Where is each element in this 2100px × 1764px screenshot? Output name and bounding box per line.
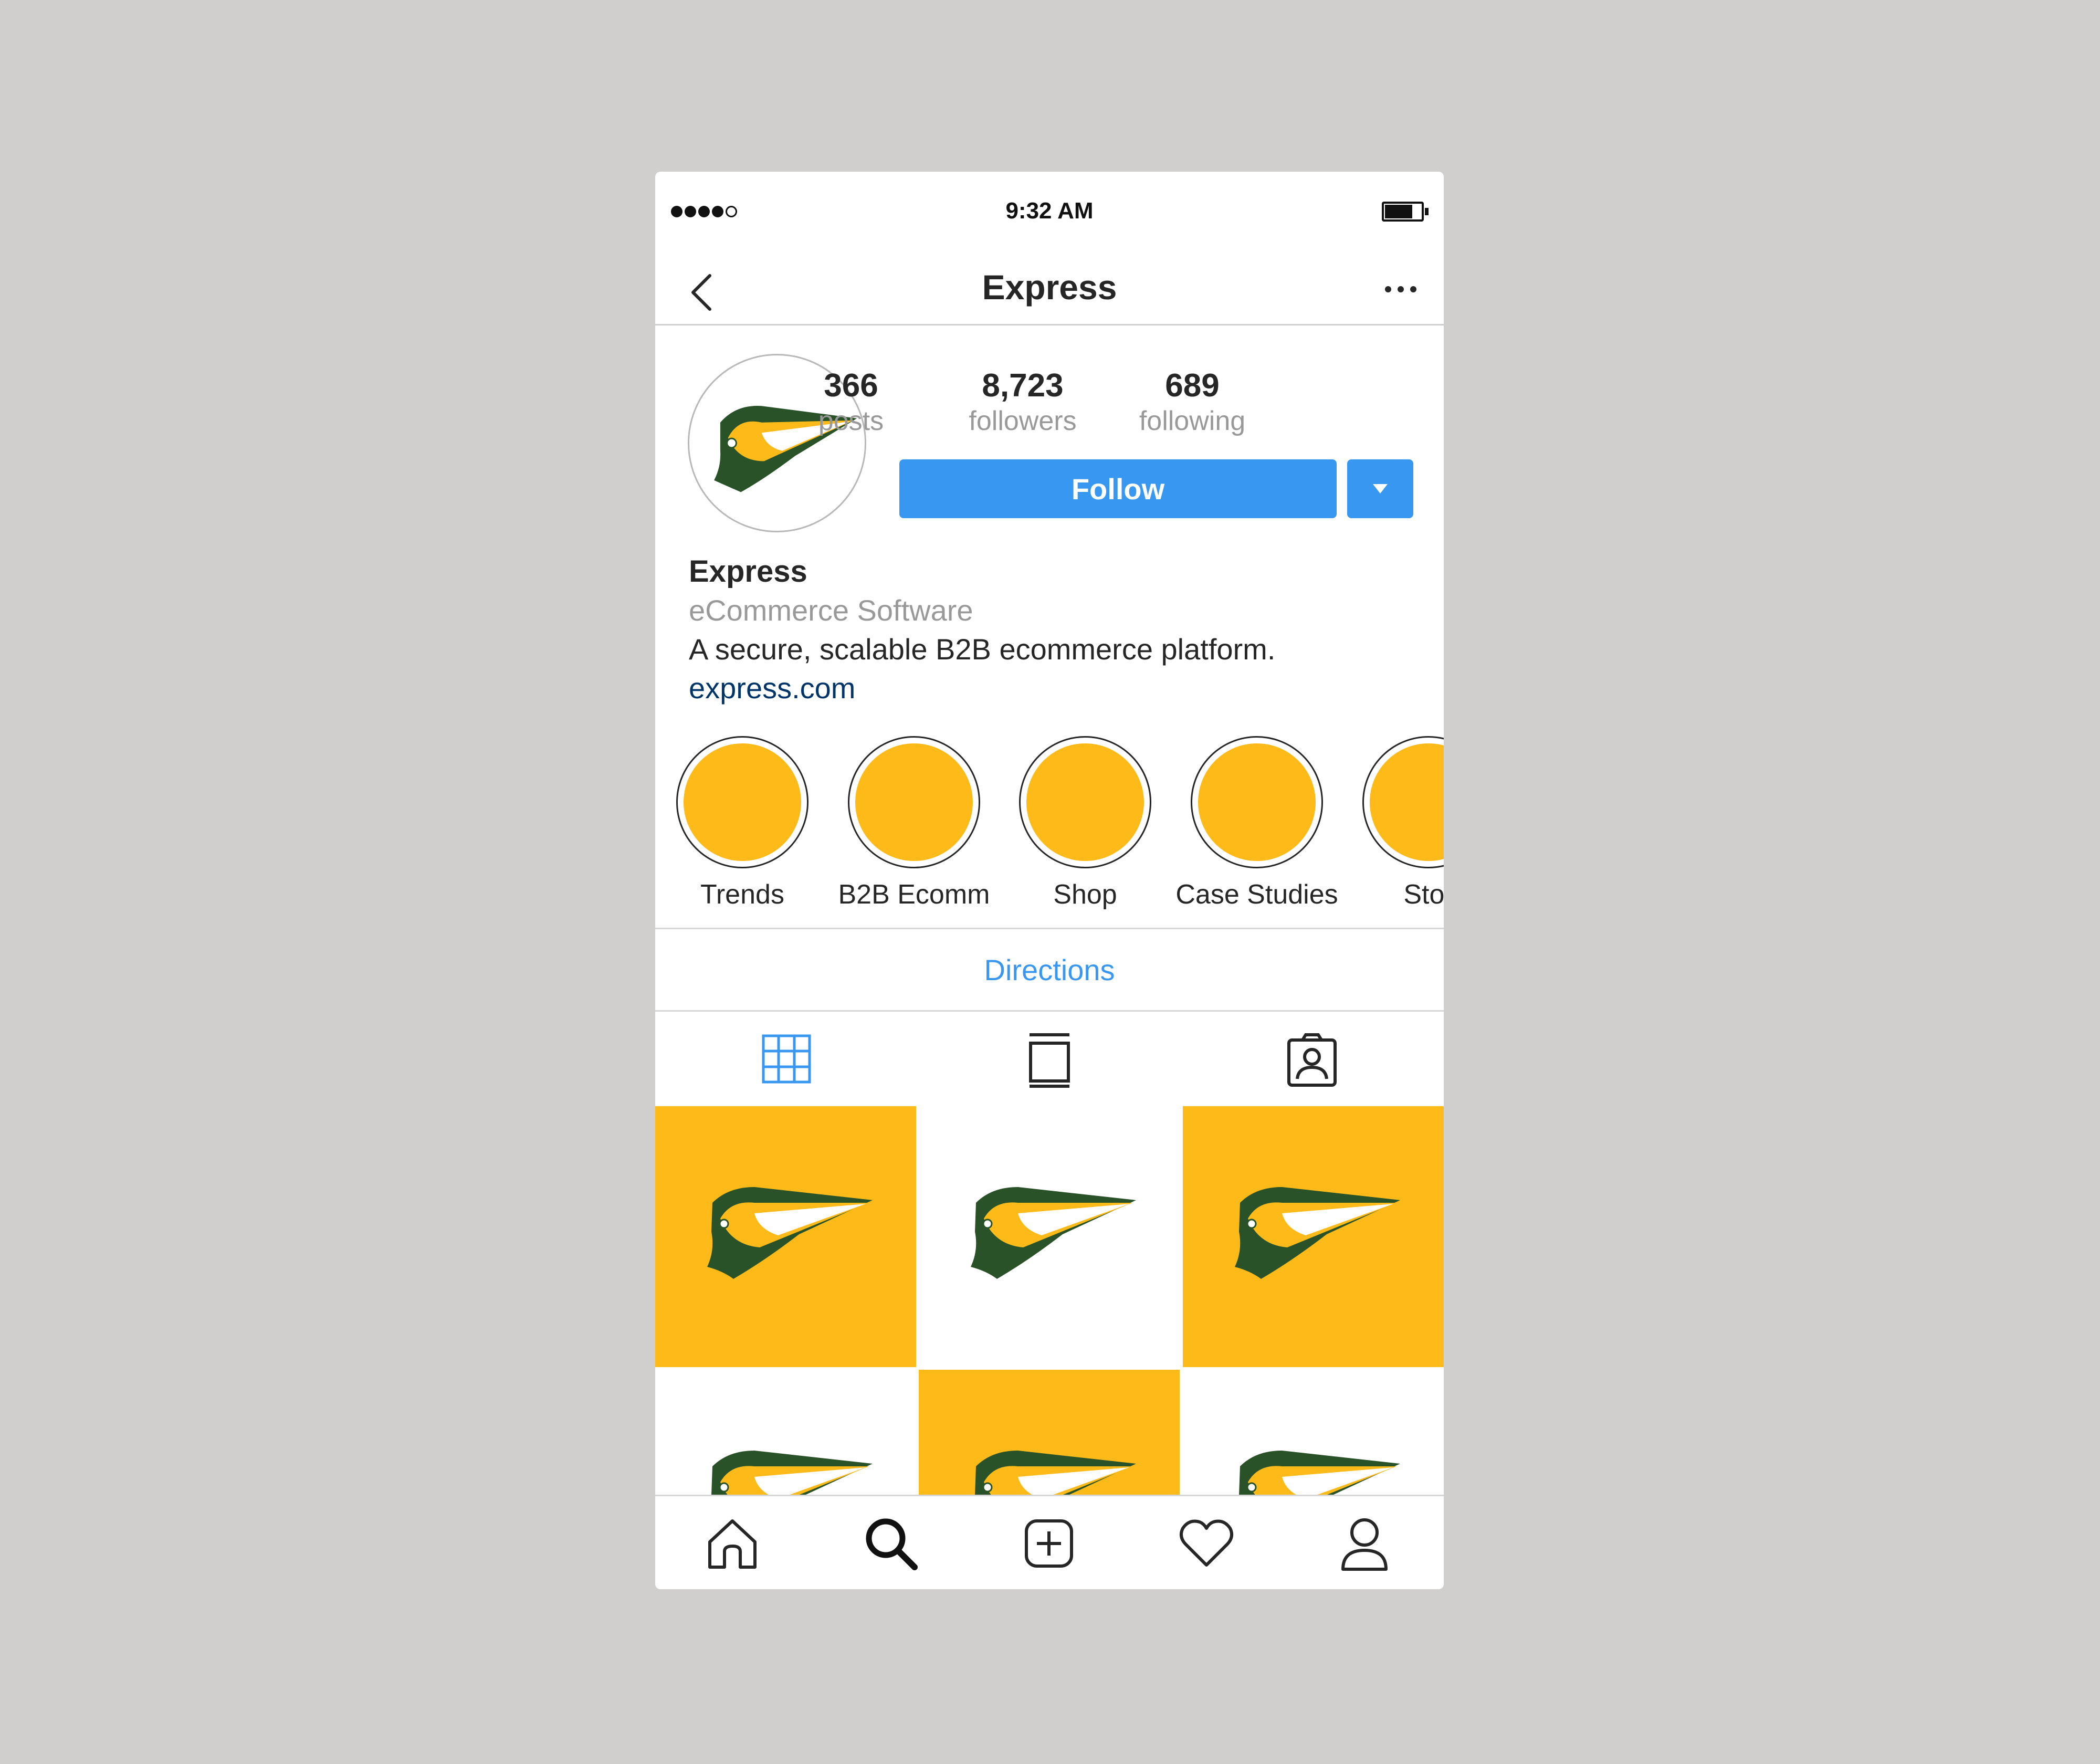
stat-following-label: following (1139, 406, 1246, 436)
express-logo-icon (970, 1186, 1136, 1279)
post-tile[interactable] (1183, 1106, 1444, 1367)
heart-icon[interactable] (1178, 1515, 1235, 1572)
highlight-label: Case Studies (1175, 879, 1338, 910)
post-tile[interactable] (655, 1370, 916, 1495)
phone-screen: 9:32 AM Express 366 posts 8,723 follower… (655, 172, 1444, 1589)
bio-link[interactable]: express.com (689, 669, 1424, 708)
bottom-nav (655, 1495, 1444, 1589)
highlight-trends[interactable]: Trends (656, 736, 829, 911)
page-title: Express (982, 268, 1117, 307)
post-tile[interactable] (1183, 1370, 1444, 1495)
stat-followers-value: 8,723 (982, 368, 1064, 404)
highlight-case-studies[interactable]: Case Studies (1170, 736, 1343, 911)
follow-button[interactable]: Follow (899, 459, 1337, 518)
profile-icon[interactable] (1336, 1515, 1393, 1572)
highlight-stories[interactable]: Stor (1342, 736, 1444, 911)
highlight-label: Stor (1403, 879, 1444, 910)
bio-name: Express (689, 554, 807, 589)
express-logo-icon (1238, 1450, 1400, 1495)
stat-following[interactable]: 689 following (1124, 367, 1261, 437)
bio-category: eCommerce Software (689, 594, 973, 627)
highlight-label: Shop (1053, 879, 1117, 910)
nav-bar: Express (655, 250, 1444, 326)
express-logo-icon (711, 1450, 873, 1495)
directions-button[interactable]: Directions (655, 928, 1444, 1012)
highlight-shop[interactable]: Shop (999, 736, 1172, 911)
suggestions-dropdown-button[interactable] (1347, 459, 1413, 518)
profile-tabs (655, 1012, 1444, 1106)
highlight-label: B2B Ecomm (838, 879, 990, 910)
post-tile[interactable] (655, 1106, 916, 1367)
search-icon[interactable] (862, 1515, 920, 1572)
post-tile[interactable] (919, 1106, 1180, 1367)
story-highlights: Trends B2B Ecomm Shop Case Studies Stor (655, 736, 1444, 938)
stat-followers-label: followers (969, 406, 1077, 436)
grid-icon[interactable] (755, 1027, 818, 1090)
home-icon[interactable] (704, 1515, 761, 1572)
highlight-label: Trends (700, 879, 784, 910)
highlight-b2b-ecomm[interactable]: B2B Ecomm (827, 736, 1001, 911)
more-horizontal-icon[interactable] (1384, 283, 1418, 296)
status-bar: 9:32 AM (655, 172, 1444, 250)
post-grid (655, 1106, 1444, 1495)
stat-following-value: 689 (1165, 368, 1220, 404)
stat-posts-label: posts (818, 406, 884, 436)
post-tile[interactable] (919, 1370, 1180, 1495)
stat-followers[interactable]: 8,723 followers (954, 367, 1091, 437)
caret-down-icon (1373, 484, 1388, 494)
express-logo-icon (1234, 1186, 1400, 1279)
profile-bio: Express eCommerce Software A secure, sca… (689, 552, 1424, 708)
list-icon[interactable] (1018, 1027, 1081, 1090)
add-post-icon[interactable] (1020, 1515, 1078, 1572)
express-logo-icon (974, 1450, 1136, 1495)
stat-posts[interactable]: 366 posts (783, 367, 919, 437)
status-time: 9:32 AM (1005, 198, 1094, 224)
battery-icon (1382, 202, 1429, 223)
bio-text: A secure, scalable B2B ecommerce platfor… (689, 633, 1276, 666)
tagged-icon[interactable] (1280, 1027, 1343, 1090)
stat-posts-value: 366 (824, 368, 878, 404)
express-logo-icon (707, 1186, 873, 1279)
